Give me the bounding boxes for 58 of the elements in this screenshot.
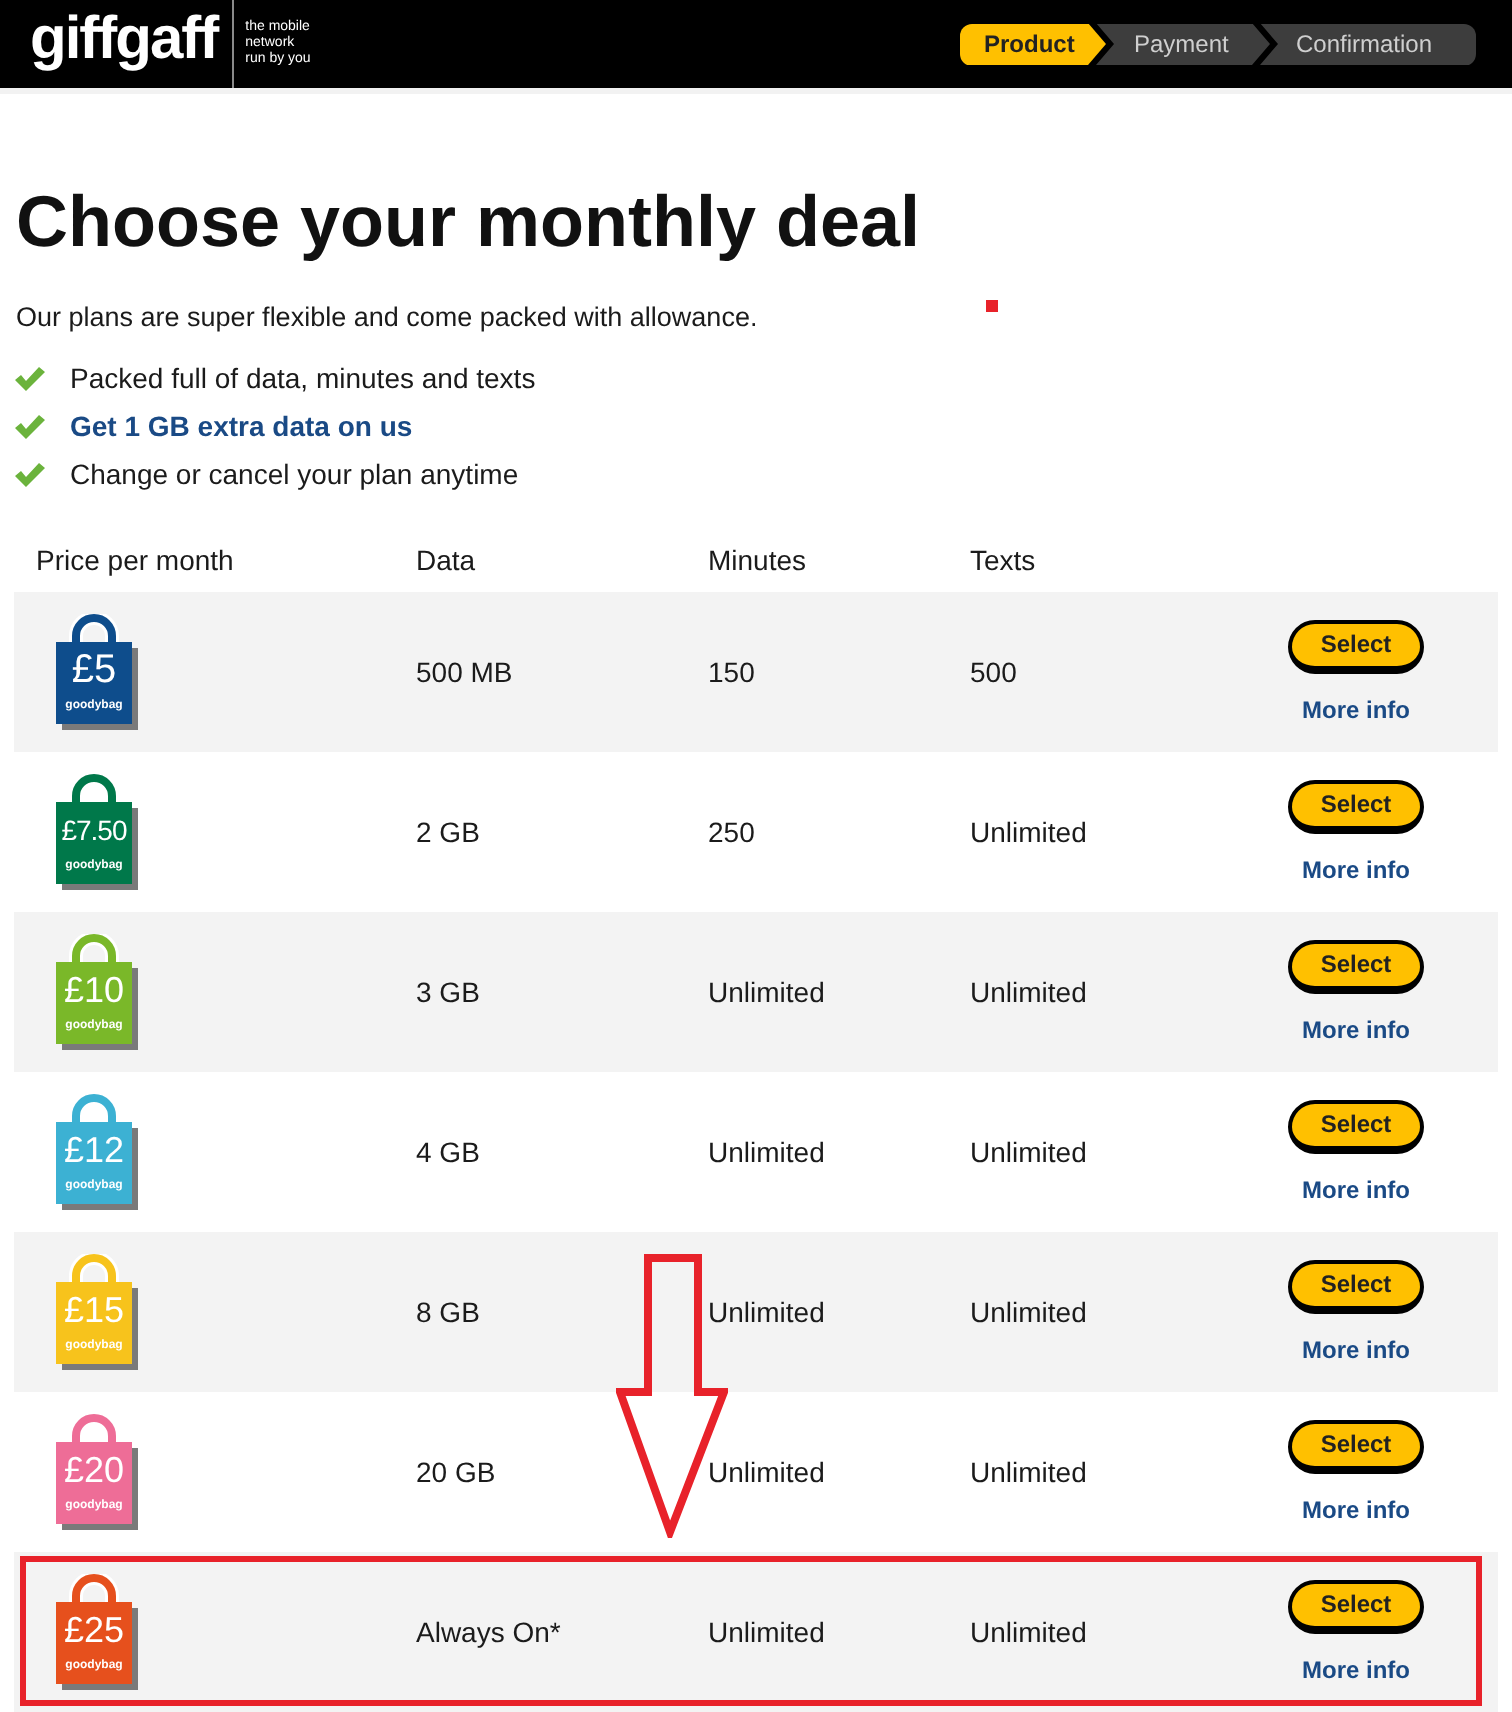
feature-text: Change or cancel your plan anytime [70, 455, 519, 494]
select-button[interactable]: Select [1288, 1099, 1424, 1153]
page-heading: Choose your monthly deal [16, 178, 921, 264]
more-info-link[interactable]: More info [1302, 1495, 1410, 1525]
select-button[interactable]: Select [1288, 1259, 1424, 1313]
more-info-link[interactable]: More info [1302, 855, 1410, 885]
column-header: Texts [970, 543, 1036, 575]
price-label: £12 [61, 1128, 127, 1172]
table-cell: Unlimited [708, 1135, 825, 1167]
checkmark-icon [14, 413, 46, 439]
feature-text: Packed full of data, minutes and texts [70, 359, 536, 397]
table-cell: 20 GB [416, 1455, 496, 1487]
checkmark-icon [14, 365, 46, 391]
select-button[interactable]: Select [1288, 619, 1424, 673]
table-cell: 500 MB [416, 655, 513, 687]
logo[interactable]: giffgaff [30, 6, 218, 74]
table-cell: Unlimited [970, 815, 1087, 847]
feature-text: Get 1 GB extra data on us [70, 407, 413, 445]
table-cell: 8 GB [416, 1295, 480, 1327]
intro-text: Our plans are super flexible and come packed with allowance. [16, 300, 758, 336]
table-cell: 150 [708, 655, 755, 687]
step-tab[interactable]: Product [960, 23, 1106, 65]
table-cell: Unlimited [970, 975, 1087, 1007]
select-button[interactable]: Select [1288, 1419, 1424, 1473]
table-cell: 500 [970, 655, 1017, 687]
table-cell: 3 GB [416, 975, 480, 1007]
table-cell: 4 GB [416, 1135, 480, 1167]
more-info-link[interactable]: More info [1302, 695, 1410, 725]
select-button[interactable]: Select [1288, 939, 1424, 993]
table-cell: Unlimited [970, 1135, 1087, 1167]
price-label: £10 [61, 968, 127, 1012]
price-label: £7.50 [59, 812, 129, 850]
table-cell: Unlimited [708, 1455, 825, 1487]
table-cell: Unlimited [970, 1615, 1087, 1647]
column-header: Price per month [34, 543, 234, 575]
more-info-link[interactable]: More info [1302, 1335, 1410, 1365]
table-cell: Unlimited [970, 1295, 1087, 1327]
price-label: £25 [61, 1608, 127, 1652]
table-cell: Unlimited [708, 1295, 825, 1327]
price-label: £15 [61, 1288, 127, 1332]
table-cell: Unlimited [708, 975, 825, 1007]
price-label: £20 [61, 1448, 127, 1492]
table-cell: Always On* [416, 1615, 561, 1647]
more-info-link[interactable]: More info [1302, 1655, 1410, 1685]
select-button[interactable]: Select [1288, 1579, 1424, 1633]
column-header: Data [416, 543, 476, 575]
checkmark-icon [14, 461, 46, 487]
more-info-link[interactable]: More info [1302, 1015, 1410, 1045]
step-tab[interactable]: Confirmation [1260, 23, 1476, 65]
price-label: £5 [69, 648, 119, 692]
table-cell: 250 [708, 815, 755, 847]
table-cell: 2 GB [416, 815, 480, 847]
column-header: Minutes [708, 543, 807, 575]
step-tab[interactable]: Payment [1096, 23, 1270, 65]
more-info-link[interactable]: More info [1302, 1175, 1410, 1205]
select-button[interactable]: Select [1288, 779, 1424, 833]
table-cell: Unlimited [708, 1615, 825, 1647]
table-cell: Unlimited [970, 1455, 1087, 1487]
